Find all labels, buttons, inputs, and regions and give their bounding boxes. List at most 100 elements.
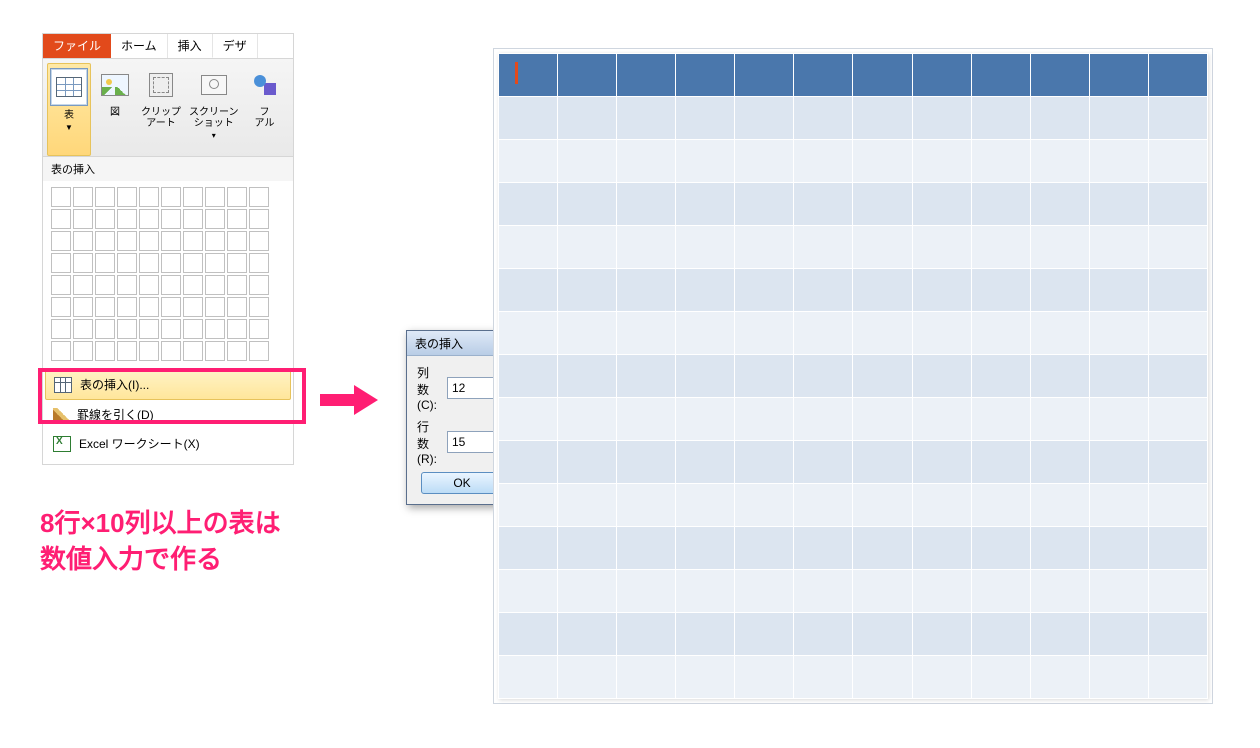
table-cell: [1030, 527, 1089, 570]
grid-cell[interactable]: [249, 297, 269, 317]
grid-cell[interactable]: [51, 187, 71, 207]
grid-cell[interactable]: [161, 275, 181, 295]
grid-cell[interactable]: [227, 209, 247, 229]
grid-cell[interactable]: [183, 319, 203, 339]
grid-cell[interactable]: [139, 275, 159, 295]
grid-cell[interactable]: [117, 187, 137, 207]
grid-cell[interactable]: [183, 297, 203, 317]
grid-cell[interactable]: [73, 209, 93, 229]
grid-cell[interactable]: [205, 209, 225, 229]
grid-cell[interactable]: [227, 341, 247, 361]
grid-cell[interactable]: [227, 253, 247, 273]
table-grid-picker[interactable]: [43, 181, 293, 369]
grid-cell[interactable]: [51, 341, 71, 361]
ribbon-table-button[interactable]: 表 ▼: [47, 63, 91, 156]
grid-cell[interactable]: [139, 209, 159, 229]
grid-cell[interactable]: [73, 275, 93, 295]
grid-cell[interactable]: [95, 253, 115, 273]
grid-cell[interactable]: [227, 231, 247, 251]
ribbon-clipart-button[interactable]: クリップ アート: [139, 63, 183, 156]
grid-cell[interactable]: [117, 319, 137, 339]
grid-cell[interactable]: [205, 231, 225, 251]
menu-insert-table[interactable]: 表の挿入(I)...: [45, 369, 291, 400]
tab-file[interactable]: ファイル: [43, 34, 111, 58]
grid-cell[interactable]: [95, 187, 115, 207]
grid-cell[interactable]: [249, 341, 269, 361]
grid-cell[interactable]: [51, 319, 71, 339]
grid-cell[interactable]: [95, 341, 115, 361]
grid-cell[interactable]: [117, 253, 137, 273]
tab-design[interactable]: デザ: [213, 34, 258, 58]
grid-cell[interactable]: [139, 319, 159, 339]
grid-cell[interactable]: [161, 253, 181, 273]
grid-cell[interactable]: [249, 319, 269, 339]
grid-cell[interactable]: [161, 209, 181, 229]
grid-cell[interactable]: [117, 341, 137, 361]
grid-cell[interactable]: [117, 297, 137, 317]
grid-cell[interactable]: [73, 319, 93, 339]
grid-cell[interactable]: [139, 341, 159, 361]
grid-cell[interactable]: [205, 187, 225, 207]
grid-cell[interactable]: [205, 253, 225, 273]
grid-cell[interactable]: [139, 187, 159, 207]
grid-cell[interactable]: [249, 209, 269, 229]
ribbon-screenshot-button[interactable]: スクリーン ショット ▾: [187, 63, 241, 156]
ribbon-shapes-button[interactable]: フ アル: [245, 63, 285, 156]
grid-cell[interactable]: [51, 253, 71, 273]
grid-cell[interactable]: [183, 187, 203, 207]
grid-cell[interactable]: [161, 297, 181, 317]
grid-cell[interactable]: [95, 297, 115, 317]
grid-cell[interactable]: [183, 275, 203, 295]
grid-cell[interactable]: [95, 231, 115, 251]
grid-cell[interactable]: [183, 209, 203, 229]
grid-cell[interactable]: [249, 231, 269, 251]
grid-cell[interactable]: [227, 319, 247, 339]
tab-home[interactable]: ホーム: [111, 34, 168, 58]
table-row: [499, 355, 1208, 398]
grid-cell[interactable]: [183, 253, 203, 273]
grid-cell[interactable]: [51, 275, 71, 295]
grid-cell[interactable]: [51, 297, 71, 317]
grid-cell[interactable]: [205, 297, 225, 317]
grid-cell[interactable]: [205, 275, 225, 295]
table-cell: [499, 269, 558, 312]
ribbon-picture-button[interactable]: 図: [95, 63, 135, 156]
menu-excel-sheet[interactable]: Excel ワークシート(X): [43, 429, 293, 458]
grid-cell[interactable]: [249, 275, 269, 295]
table-cell: [794, 226, 853, 269]
grid-cell[interactable]: [117, 275, 137, 295]
grid-cell[interactable]: [161, 341, 181, 361]
grid-cell[interactable]: [95, 319, 115, 339]
grid-cell[interactable]: [73, 253, 93, 273]
grid-cell[interactable]: [227, 275, 247, 295]
ok-button[interactable]: OK: [421, 472, 503, 494]
grid-cell[interactable]: [117, 209, 137, 229]
grid-cell[interactable]: [95, 275, 115, 295]
grid-cell[interactable]: [205, 319, 225, 339]
grid-cell[interactable]: [161, 187, 181, 207]
grid-cell[interactable]: [139, 231, 159, 251]
grid-cell[interactable]: [117, 231, 137, 251]
grid-cell[interactable]: [183, 341, 203, 361]
grid-cell[interactable]: [73, 187, 93, 207]
tab-insert[interactable]: 挿入: [168, 34, 213, 58]
table-cell: [676, 613, 735, 656]
grid-cell[interactable]: [227, 297, 247, 317]
grid-cell[interactable]: [227, 187, 247, 207]
grid-cell[interactable]: [139, 297, 159, 317]
grid-cell[interactable]: [95, 209, 115, 229]
grid-cell[interactable]: [249, 253, 269, 273]
menu-draw-table[interactable]: 罫線を引く(D): [43, 400, 293, 429]
grid-cell[interactable]: [249, 187, 269, 207]
grid-cell[interactable]: [205, 341, 225, 361]
grid-cell[interactable]: [161, 319, 181, 339]
grid-cell[interactable]: [73, 297, 93, 317]
grid-cell[interactable]: [139, 253, 159, 273]
grid-cell[interactable]: [51, 231, 71, 251]
grid-cell[interactable]: [51, 209, 71, 229]
grid-cell[interactable]: [183, 231, 203, 251]
table-cell: [1148, 613, 1207, 656]
grid-cell[interactable]: [161, 231, 181, 251]
grid-cell[interactable]: [73, 341, 93, 361]
grid-cell[interactable]: [73, 231, 93, 251]
